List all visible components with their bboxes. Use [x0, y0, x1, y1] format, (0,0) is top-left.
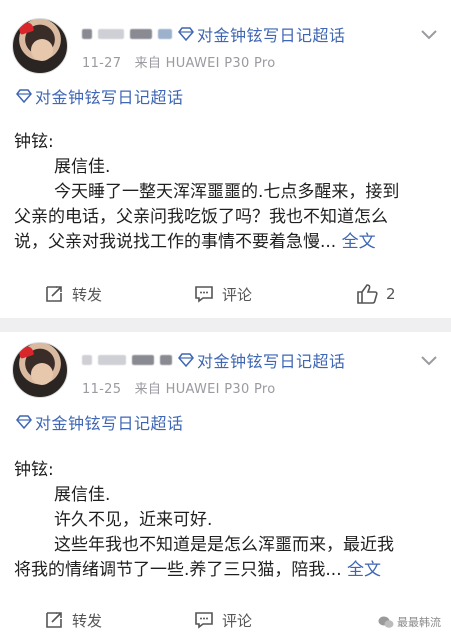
author-row[interactable]: 对金钟铉写日记超话	[82, 22, 346, 46]
comment-button[interactable]: 评论	[194, 284, 252, 305]
post-content[interactable]: 钟铉: 展信佳. 今天睡了一整天浑浑噩噩的.七点多醒来，接到 父亲的电话，父亲问…	[14, 130, 439, 255]
super-topic-link[interactable]: 对金钟铉写日记超话	[197, 348, 346, 372]
like-button[interactable]: 2	[356, 284, 396, 304]
post-meta: 11-25 来自 HUAWEI P30 Pro	[82, 378, 275, 397]
greeting: 钟铉:	[14, 460, 54, 480]
avatar[interactable]	[12, 18, 68, 74]
repost-label: 转发	[72, 285, 103, 304]
content-line: 展信佳.	[54, 157, 111, 177]
post-source: 来自 HUAWEI P30 Pro	[134, 56, 276, 71]
greeting: 钟铉:	[14, 132, 54, 152]
redacted-name	[82, 355, 92, 365]
full-text-link[interactable]: 全文	[342, 232, 376, 252]
content-line: 许久不见，近来可好.	[54, 510, 213, 530]
watermark: 最最韩流	[378, 614, 441, 630]
redacted-name	[98, 29, 124, 39]
repost-icon	[46, 286, 62, 302]
avatar[interactable]	[12, 342, 68, 398]
repost-button[interactable]: 转发	[44, 284, 102, 305]
diamond-icon	[16, 415, 32, 429]
content-line: 今天睡了一整天浑浑噩噩的.七点多醒来，接到	[54, 182, 400, 202]
content-line: 将我的情绪调节了一些.养了三只猫，陪我...	[14, 560, 342, 580]
comment-button[interactable]: 评论	[194, 610, 252, 631]
redacted-name	[158, 29, 172, 39]
like-count: 2	[386, 285, 396, 303]
like-icon	[357, 284, 378, 304]
diamond-icon	[178, 353, 194, 367]
redacted-name	[82, 29, 92, 39]
comment-icon	[195, 286, 213, 303]
topic-tag-label[interactable]: 对金钟铉写日记超话	[35, 84, 184, 108]
full-text-link[interactable]: 全文	[347, 560, 381, 580]
comment-label: 评论	[222, 285, 253, 304]
content-line: 说，父亲对我说找工作的事情不要着急慢...	[14, 232, 337, 252]
post-source: 来自 HUAWEI P30 Pro	[134, 382, 276, 397]
watermark-text: 最最韩流	[397, 616, 441, 629]
topic-tag[interactable]: 对金钟铉写日记超话	[16, 84, 184, 108]
content-line: 父亲的电话，父亲问我吃饭了吗？我也不知道怎么	[14, 207, 388, 227]
comment-icon	[195, 612, 213, 629]
wechat-icon	[378, 616, 394, 628]
content-line: 这些年我也不知道是是怎么浑噩而来，最近我	[54, 535, 394, 555]
redacted-name	[98, 355, 126, 365]
redacted-name	[160, 355, 172, 365]
post-time: 11-27	[82, 56, 122, 71]
weibo-post-1: 对金钟铉写日记超话 11-27 来自 HUAWEI P30 Pro 对金钟铉写日…	[0, 0, 451, 318]
redacted-name	[130, 29, 152, 39]
topic-tag-label[interactable]: 对金钟铉写日记超话	[35, 410, 184, 434]
weibo-post-2: 对金钟铉写日记超话 11-25 来自 HUAWEI P30 Pro 对金钟铉写日…	[0, 332, 451, 640]
repost-button[interactable]: 转发	[44, 610, 102, 631]
redacted-name	[132, 355, 154, 365]
author-row[interactable]: 对金钟铉写日记超话	[82, 348, 346, 372]
post-time: 11-25	[82, 382, 122, 397]
content-line: 展信佳.	[54, 485, 111, 505]
chevron-down-icon[interactable]	[421, 30, 437, 40]
action-bar: 转发 评论 2	[0, 280, 451, 308]
topic-tag[interactable]: 对金钟铉写日记超话	[16, 410, 184, 434]
post-meta: 11-27 来自 HUAWEI P30 Pro	[82, 52, 275, 71]
comment-label: 评论	[222, 611, 253, 630]
post-content[interactable]: 钟铉: 展信佳. 许久不见，近来可好. 这些年我也不知道是是怎么浑噩而来，最近我…	[14, 458, 439, 583]
diamond-icon	[16, 89, 32, 103]
repost-label: 转发	[72, 611, 103, 630]
repost-icon	[46, 612, 62, 628]
chevron-down-icon[interactable]	[421, 356, 437, 366]
super-topic-link[interactable]: 对金钟铉写日记超话	[197, 22, 346, 46]
diamond-icon	[178, 27, 194, 41]
